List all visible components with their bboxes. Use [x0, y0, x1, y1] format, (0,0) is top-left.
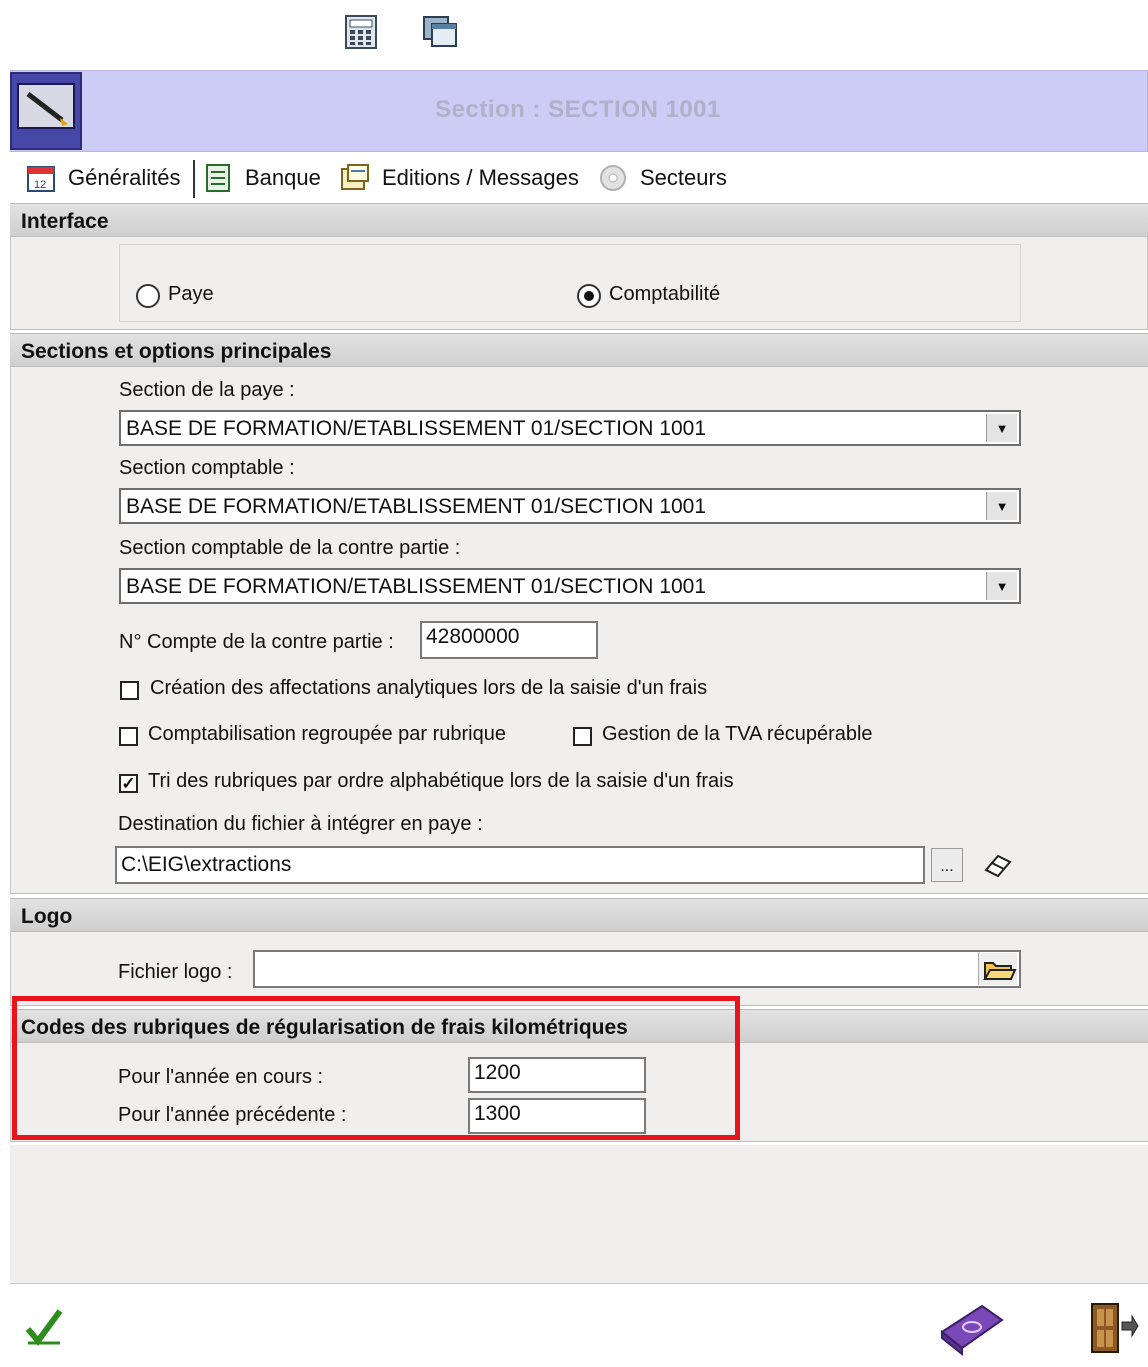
exit-door-icon[interactable] [1088, 1300, 1140, 1356]
section-contre-partie-label: Section comptable de la contre partie : [119, 537, 461, 559]
checkbox-tri-rubriques[interactable]: ✓ [119, 774, 138, 793]
radio-comptabilite[interactable] [577, 284, 601, 308]
validate-icon[interactable] [24, 1307, 64, 1347]
page-title: Section : SECTION 1001 [435, 96, 721, 123]
destination-input[interactable]: C:\EIG\extractions [115, 846, 925, 884]
calculator-icon[interactable] [343, 14, 379, 50]
checkbox-affectations-analytiques[interactable] [120, 681, 139, 700]
destination-label: Destination du fichier à intégrer en pay… [118, 813, 483, 835]
section-paye-value: BASE DE FORMATION/ETABLISSEMENT 01/SECTI… [126, 417, 706, 440]
checkbox-comptabilisation-regroupee[interactable] [119, 727, 138, 746]
chevron-down-icon[interactable]: ▼ [986, 414, 1017, 442]
compte-contre-partie-label: N° Compte de la contre partie : [119, 631, 394, 653]
radio-label-paye: Paye [168, 283, 214, 305]
tab-label: Banque [245, 165, 321, 190]
highlight-box [12, 996, 740, 1140]
browse-button[interactable]: ... [931, 848, 963, 882]
open-folder-icon[interactable] [978, 953, 1017, 985]
pencil-icon [10, 72, 82, 150]
empty-area [10, 1145, 1148, 1284]
checkbox-gestion-tva[interactable] [573, 727, 592, 746]
ledger-icon [203, 163, 233, 193]
help-book-icon[interactable] [938, 1298, 1006, 1357]
tab-divider [193, 160, 195, 198]
radio-label-comptabilite: Comptabilité [609, 283, 721, 305]
section-header-logo: Logo [10, 898, 1148, 932]
section-comptable-select[interactable]: BASE DE FORMATION/ETABLISSEMENT 01/SECTI… [119, 488, 1021, 524]
tab-editions-messages[interactable]: Editions / Messages [340, 156, 579, 200]
tab-label: Secteurs [640, 165, 727, 190]
windows-icon[interactable] [422, 14, 458, 50]
chevron-down-icon[interactable]: ▼ [986, 492, 1017, 520]
radio-group [119, 244, 1021, 322]
tab-banque[interactable]: Banque [203, 156, 321, 200]
calendar-icon: 12 [26, 163, 56, 193]
compte-contre-partie-input[interactable]: 42800000 [420, 621, 598, 659]
checkbox-label: Création des affectations analytiques lo… [150, 677, 708, 699]
section-paye-select[interactable]: BASE DE FORMATION/ETABLISSEMENT 01/SECTI… [119, 410, 1021, 446]
section-contre-partie-value: BASE DE FORMATION/ETABLISSEMENT 01/SECTI… [126, 575, 706, 598]
svg-text:12: 12 [34, 179, 46, 191]
section-header-interface: Interface [10, 203, 1148, 237]
cd-icon [598, 163, 628, 193]
logo-file-label: Fichier logo : [118, 961, 233, 983]
radio-paye[interactable] [136, 284, 160, 308]
eraser-icon[interactable] [982, 852, 1014, 878]
tab-secteurs[interactable]: Secteurs [598, 156, 727, 200]
tab-generalites[interactable]: 12 Généralités [26, 156, 181, 200]
chevron-down-icon[interactable]: ▼ [986, 572, 1017, 600]
checkbox-label: Gestion de la TVA récupérable [602, 723, 873, 745]
section-paye-label: Section de la paye : [119, 379, 295, 401]
checkbox-label: Comptabilisation regroupée par rubrique [148, 723, 506, 745]
logo-file-input[interactable] [253, 950, 1021, 988]
message-icon [340, 163, 370, 193]
tab-label: Editions / Messages [382, 165, 579, 190]
checkbox-label: Tri des rubriques par ordre alphabétique… [148, 770, 734, 792]
section-comptable-label: Section comptable : [119, 457, 295, 479]
section-comptable-value: BASE DE FORMATION/ETABLISSEMENT 01/SECTI… [126, 495, 706, 518]
section-contre-partie-select[interactable]: BASE DE FORMATION/ETABLISSEMENT 01/SECTI… [119, 568, 1021, 604]
tab-label: Généralités [68, 165, 181, 190]
section-header-sections: Sections et options principales [10, 333, 1148, 367]
